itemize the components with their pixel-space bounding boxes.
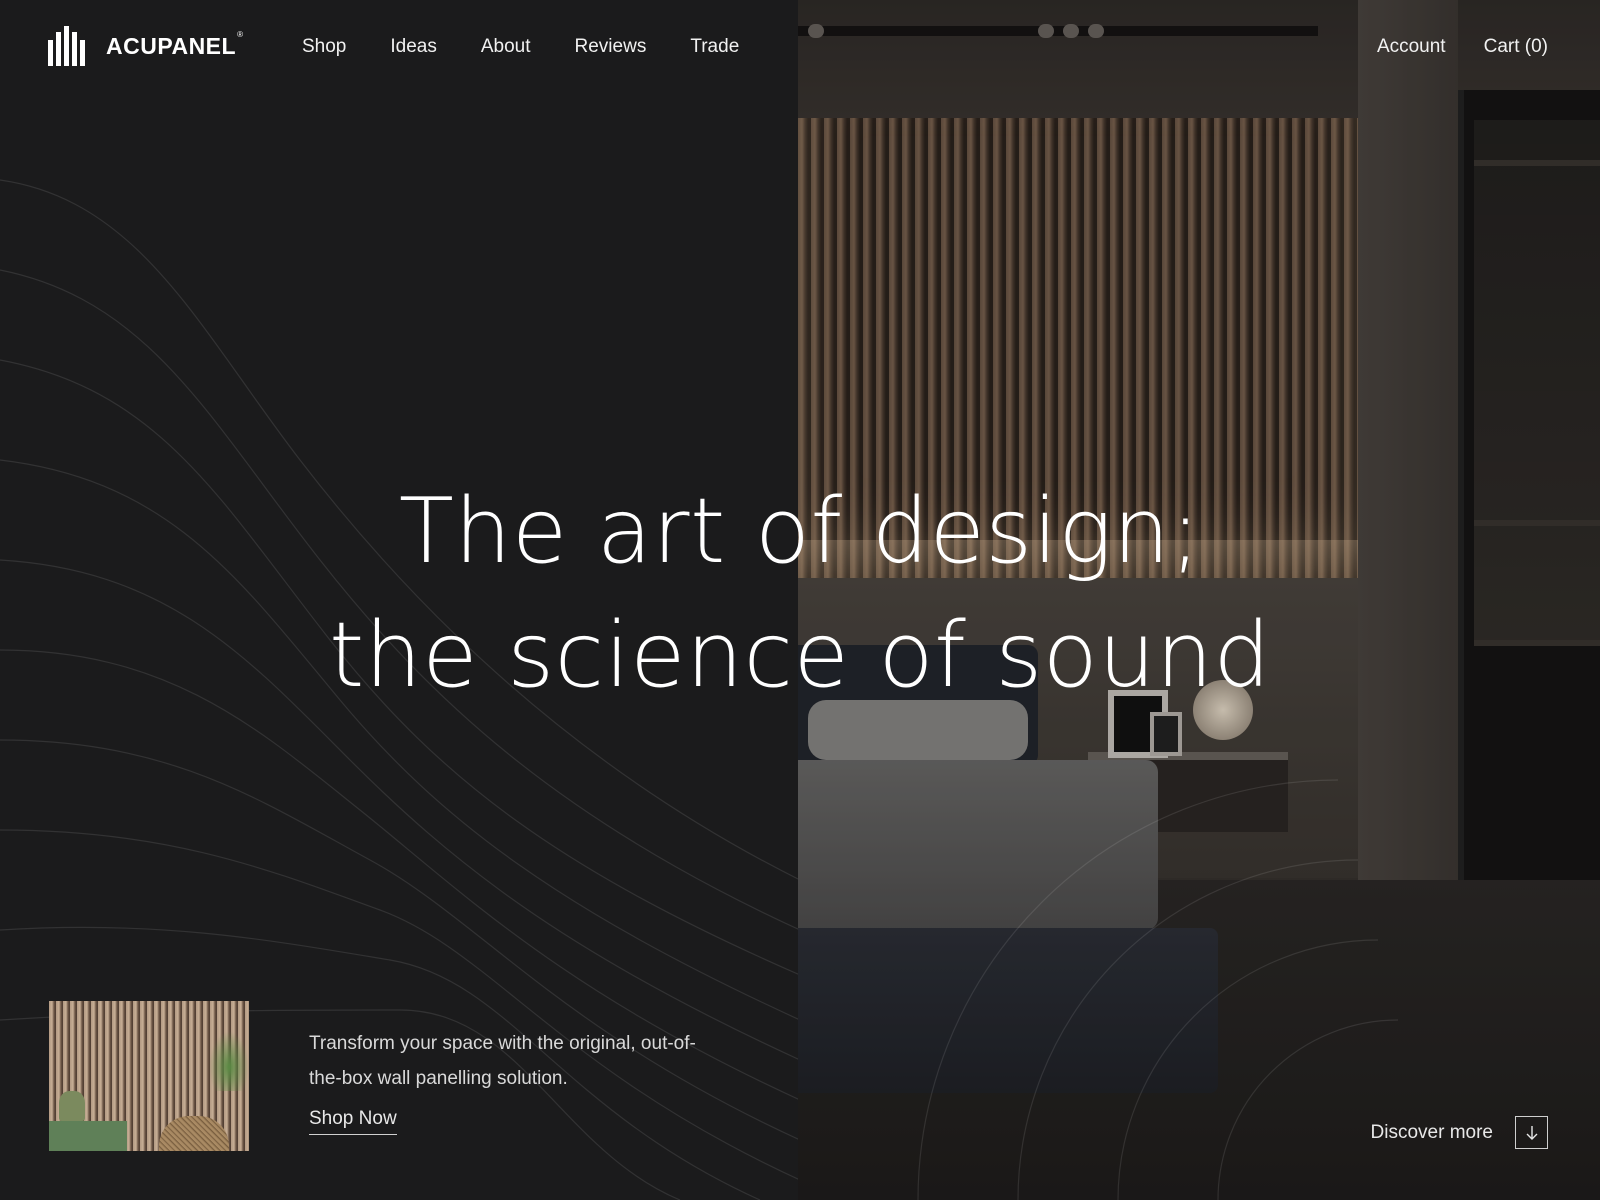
hero-line-1: The art of design; <box>398 479 1202 584</box>
plant <box>209 1031 249 1091</box>
nav-link-shop[interactable]: Shop <box>302 36 346 58</box>
vase <box>59 1091 85 1121</box>
cart-link[interactable]: Cart (0) <box>1484 36 1548 58</box>
main-menu: Shop Ideas About Reviews Trade <box>302 36 783 58</box>
promo-description: Transform your space with the original, … <box>309 1033 696 1089</box>
discover-more-button[interactable]: Discover more <box>1371 1116 1548 1149</box>
brand-name: ACUPANEL <box>106 32 237 59</box>
registered-mark: ® <box>237 29 243 39</box>
shop-now-link[interactable]: Shop Now <box>309 1108 397 1135</box>
rattan-chair <box>159 1116 229 1151</box>
top-navigation: ACUPANEL ® Shop Ideas About Reviews Trad… <box>0 0 1600 100</box>
acupanel-logo-icon <box>48 26 85 66</box>
green-cabinet <box>49 1121 127 1151</box>
hero-heading: The art of design; the science of sound <box>0 470 1600 718</box>
product-thumbnail[interactable] <box>49 1001 249 1151</box>
brand-logo[interactable]: ACUPANEL ® <box>48 26 243 66</box>
nav-link-ideas[interactable]: Ideas <box>390 36 436 58</box>
nav-link-reviews[interactable]: Reviews <box>575 36 647 58</box>
account-cart-links: Account Cart (0) <box>1339 36 1548 58</box>
nav-link-about[interactable]: About <box>481 36 531 58</box>
discover-more-label: Discover more <box>1370 1121 1493 1143</box>
hero-line-2: the science of sound <box>328 603 1272 708</box>
arrow-down-icon[interactable] <box>1515 1116 1548 1149</box>
account-link[interactable]: Account <box>1377 36 1446 58</box>
nav-link-trade[interactable]: Trade <box>690 36 739 58</box>
